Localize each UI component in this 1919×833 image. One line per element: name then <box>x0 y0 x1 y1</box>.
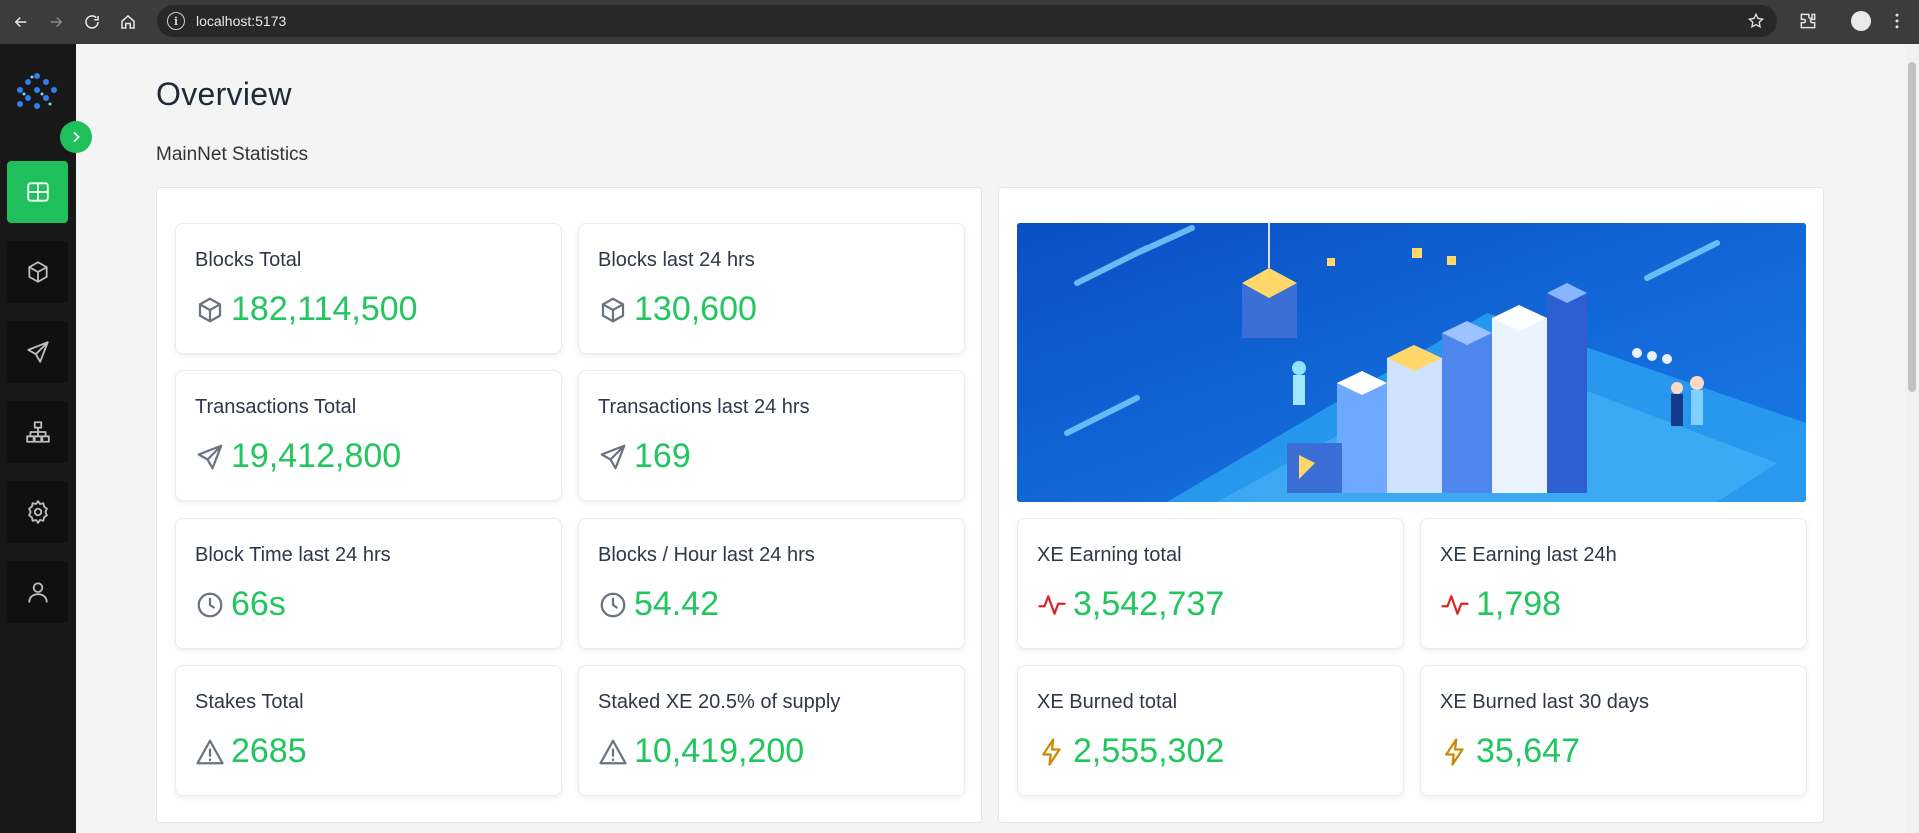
grid-icon <box>26 182 49 202</box>
address-bar[interactable]: i localhost:5173 <box>157 5 1777 37</box>
sidebar-item-overview[interactable] <box>7 161 68 223</box>
stat-label: Blocks Total <box>195 249 302 271</box>
city-illustration <box>1017 223 1806 502</box>
cube-icon <box>601 297 625 322</box>
stat-card-block-time: Block Time last 24 hrs 66s <box>175 518 562 649</box>
banner-illustration <box>1017 223 1806 502</box>
stat-card-blocks-total: Blocks Total 182,114,500 <box>175 223 562 354</box>
lightning-icon <box>1042 737 1061 766</box>
stat-label: Transactions Total <box>195 396 357 418</box>
clock-icon <box>197 592 223 617</box>
forward-button[interactable] <box>38 4 74 40</box>
activity-icon <box>1441 594 1469 615</box>
mainnet-stats-panel: Blocks Total 182,114,500 Blocks last 24 … <box>156 187 982 823</box>
reload-button[interactable] <box>74 4 110 40</box>
stat-card-blocks-per-hour: Blocks / Hour last 24 hrs 54.42 <box>578 518 965 649</box>
stat-label: Block Time last 24 hrs <box>195 544 391 566</box>
home-button[interactable] <box>110 4 146 40</box>
stat-label: XE Burned total <box>1037 691 1178 713</box>
stat-label: Transactions last 24 hrs <box>598 396 810 418</box>
stat-card-blocks-24h: Blocks last 24 hrs 130,600 <box>578 223 965 354</box>
app-logo[interactable] <box>14 70 60 116</box>
reload-icon <box>85 15 99 29</box>
send-icon <box>26 341 49 363</box>
stat-card-transactions-total: Transactions Total 19,412,800 <box>175 370 562 501</box>
stat-value: 1,798 <box>1476 585 1562 623</box>
activity-icon <box>1038 594 1066 615</box>
stat-value: 3,542,737 <box>1073 585 1225 623</box>
browser-menu-button[interactable] <box>1886 10 1908 32</box>
stat-value: 130,600 <box>634 290 757 328</box>
stat-label: XE Burned last 30 days <box>1440 691 1650 713</box>
cube-icon <box>198 297 222 322</box>
xe-card-earning-24h: XE Earning last 24h 1,798 <box>1420 518 1807 649</box>
stat-label: Blocks / Hour last 24 hrs <box>598 544 815 566</box>
lightning-icon <box>1445 737 1464 766</box>
xe-stats-panel: XE Earning total 3,542,737 XE Earning la… <box>998 187 1824 823</box>
scrollbar-thumb[interactable] <box>1908 62 1916 392</box>
sidebar-item-network[interactable] <box>7 401 68 463</box>
clock-icon <box>600 592 626 617</box>
page-scrollbar[interactable] <box>1905 44 1919 833</box>
gear-icon <box>27 500 48 524</box>
send-icon <box>600 444 626 469</box>
menu-icon <box>1895 13 1899 29</box>
sidebar-item-transactions[interactable] <box>7 321 68 383</box>
network-icon <box>25 421 50 443</box>
stat-value: 19,412,800 <box>231 437 402 475</box>
stat-value: 66s <box>231 585 286 623</box>
stat-card-stakes-total: Stakes Total 2685 <box>175 665 562 796</box>
page-title: Overview <box>156 76 292 112</box>
xe-card-burned-30d: XE Burned last 30 days 35,647 <box>1420 665 1807 796</box>
stat-value: 182,114,500 <box>231 290 418 328</box>
cube-icon <box>27 261 48 283</box>
stat-value: 2685 <box>231 732 307 770</box>
star-icon[interactable] <box>1747 12 1765 30</box>
stat-label: XE Earning total <box>1037 544 1182 566</box>
stat-value: 2,555,302 <box>1073 732 1225 770</box>
url-text: localhost:5173 <box>196 13 287 29</box>
section-title: MainNet Statistics <box>156 144 309 165</box>
stat-value: 54.42 <box>634 585 720 623</box>
stat-card-staked-xe: Staked XE 20.5% of supply 10,419,200 <box>578 665 965 796</box>
send-icon <box>197 444 223 469</box>
profile-icon <box>1851 11 1871 31</box>
stat-label: Blocks last 24 hrs <box>598 249 755 271</box>
stat-card-transactions-24h: Transactions last 24 hrs 169 <box>578 370 965 501</box>
warning-icon <box>599 739 627 764</box>
profile-button[interactable] <box>1850 10 1872 32</box>
back-icon <box>14 16 27 28</box>
xe-card-earning-total: XE Earning total 3,542,737 <box>1017 518 1404 649</box>
stat-label: XE Earning last 24h <box>1440 544 1617 566</box>
extensions-button[interactable] <box>1797 10 1819 32</box>
sidebar-item-blocks[interactable] <box>7 241 68 303</box>
chevron-right-icon <box>73 131 80 143</box>
home-icon <box>121 15 135 29</box>
stat-value: 169 <box>634 437 691 475</box>
stat-value: 10,419,200 <box>634 732 805 770</box>
stat-label: Stakes Total <box>195 691 304 713</box>
stat-label: Staked XE 20.5% of supply <box>598 691 841 713</box>
sidebar <box>0 44 92 833</box>
sidebar-toggle-button[interactable] <box>60 121 92 153</box>
sidebar-item-account[interactable] <box>7 561 68 623</box>
user-icon <box>27 582 48 603</box>
extensions-icon <box>1800 13 1816 29</box>
sidebar-item-settings[interactable] <box>7 481 68 543</box>
xe-card-burned-total: XE Burned total 2,555,302 <box>1017 665 1404 796</box>
back-button[interactable] <box>3 4 39 40</box>
stat-value: 35,647 <box>1476 732 1580 770</box>
info-icon[interactable]: i <box>167 12 185 30</box>
warning-icon <box>196 739 224 764</box>
browser-toolbar: i localhost:5173 <box>0 0 1919 44</box>
forward-icon <box>50 16 63 28</box>
